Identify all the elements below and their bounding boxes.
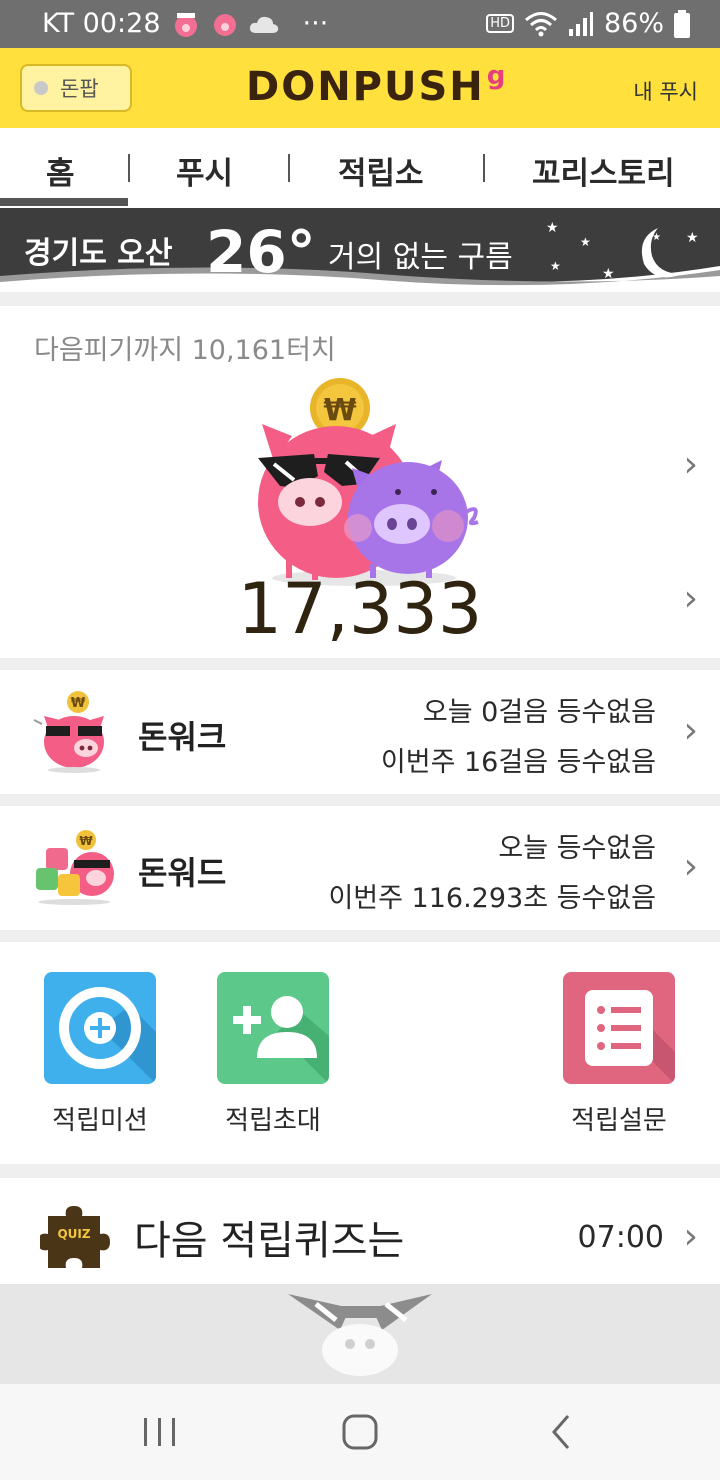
tab-divider [288,154,290,182]
survey-label: 적립설문 [571,1106,667,1136]
carrier-time: KT 00:28 [42,8,161,39]
donword-today: 오늘 등수없음 [498,833,656,864]
recent-apps-icon[interactable] [136,1410,184,1454]
donword-title: 돈워드 [138,854,227,892]
svg-text:₩: ₩ [71,696,86,711]
chevron-right-icon[interactable]: › [684,1216,698,1257]
app-header: 돈팝 DONPUSHg 내 푸시 [0,48,720,128]
back-icon[interactable] [538,1410,586,1454]
ad-banner[interactable] [0,1284,720,1384]
home-icon[interactable] [336,1410,384,1454]
add-user-icon [233,996,329,1084]
pig-notification-icon [174,12,197,37]
main-tabs: 홈 푸시 적립소 꼬리스토리 [0,128,720,208]
svg-text:★: ★ [550,259,561,273]
donpush-logo: DONPUSHg [246,61,508,110]
tab-tail-story[interactable]: 꼬리스토리 [532,148,675,193]
coin-symbol: ₩ [323,393,356,428]
hd-icon: HD [486,14,514,33]
status-left: KT 00:28 ··· [42,8,328,39]
signal-icon [568,11,593,36]
svg-text:₩: ₩ [79,834,93,848]
pig-notification-icon-2 [213,13,236,36]
quiz-time: 07:00 [577,1220,664,1255]
donwalk-row[interactable]: ₩ 돈워크 오늘 0걸음 등수없음 이번주 16걸음 등수없음 › [0,670,720,794]
quiz-title: 다음 적립퀴즈는 [134,1218,405,1264]
quiz-puzzle-icon: QUIZ [40,1206,110,1268]
mission-button[interactable] [44,972,156,1084]
donwalk-pig-icon: ₩ [33,691,104,773]
tab-push[interactable]: 푸시 [176,148,233,193]
chevron-right-icon[interactable]: › [684,578,698,619]
next-piggy-touch-count: 다음피기까지 10,161터치 [34,335,336,366]
quiz-row[interactable]: QUIZ 다음 적립퀴즈는 07:00 › [0,1178,720,1284]
chevron-right-icon[interactable]: › [684,846,698,887]
donword-row[interactable]: ₩ 돈워드 오늘 등수없음 이번주 116.293초 등수없음 › [0,806,720,930]
svg-text:★: ★ [686,230,699,246]
invite-label: 적립초대 [225,1106,321,1136]
my-push-link[interactable]: 내 푸시 [633,76,698,106]
survey-button[interactable] [563,972,675,1084]
donpap-label: 돈팝 [60,77,99,101]
chevron-right-icon[interactable]: › [684,444,698,485]
svg-text:★: ★ [676,282,685,288]
invite-button[interactable] [217,972,329,1084]
shortcut-grid: 적립미션 적립초대 적립설문 [0,942,720,1164]
status-right: HD 86% [486,8,690,39]
piggy-count-card[interactable]: 다음피기까지 10,161터치 ₩ › 17,333 › [0,306,720,658]
donword-this-week: 이번주 116.293초 등수없음 [328,883,656,914]
weather-temperature: 26° [206,218,316,286]
logo-text: DONPUSH [246,64,485,110]
tab-divider [128,154,130,182]
wifi-icon [525,11,557,36]
mission-label: 적립미션 [52,1106,148,1136]
donwalk-today: 오늘 0걸음 등수없음 [422,697,656,728]
status-bar: KT 00:28 ··· HD 86% [0,0,720,48]
active-tab-indicator [0,198,128,206]
tab-divider [483,154,485,182]
piggy-characters-icon: ₩ [258,378,479,586]
weather-banner[interactable]: 경기도 오산 26° 거의 없는 구름 ★ ★ ★ ★ ★ ★ ★ [0,208,720,292]
point-count: 17,333 [237,568,483,650]
donwalk-this-week: 이번주 16걸음 등수없음 [380,747,656,778]
donword-pig-icon: ₩ [36,830,114,905]
svg-text:★: ★ [546,220,559,236]
logo-g: g [486,61,508,91]
moon-stars-icon: ★ ★ ★ ★ ★ ★ ★ [546,220,699,288]
chevron-right-icon[interactable]: › [684,710,698,751]
tab-store[interactable]: 적립소 [338,148,424,193]
weather-location: 경기도 오산 [24,236,173,271]
donpap-toggle[interactable]: 돈팝 [20,64,132,112]
svg-text:★: ★ [652,232,661,243]
toggle-dot-icon [34,81,48,95]
battery-percent: 86% [603,8,664,39]
more-notifications: ··· [302,8,329,39]
tab-home[interactable]: 홈 [46,148,75,193]
cloud-icon [249,16,278,33]
svg-text:★: ★ [580,235,591,249]
weather-description: 거의 없는 구름 [328,240,513,275]
quiz-badge: QUIZ [57,1227,90,1241]
plus-circle-icon [59,987,156,1084]
pig-mascot-icon [288,1294,432,1376]
donwalk-title: 돈워크 [138,718,227,756]
svg-text:★: ★ [602,266,615,282]
battery-icon [674,9,690,38]
survey-list-icon [585,990,675,1084]
system-nav-bar [0,1384,720,1480]
